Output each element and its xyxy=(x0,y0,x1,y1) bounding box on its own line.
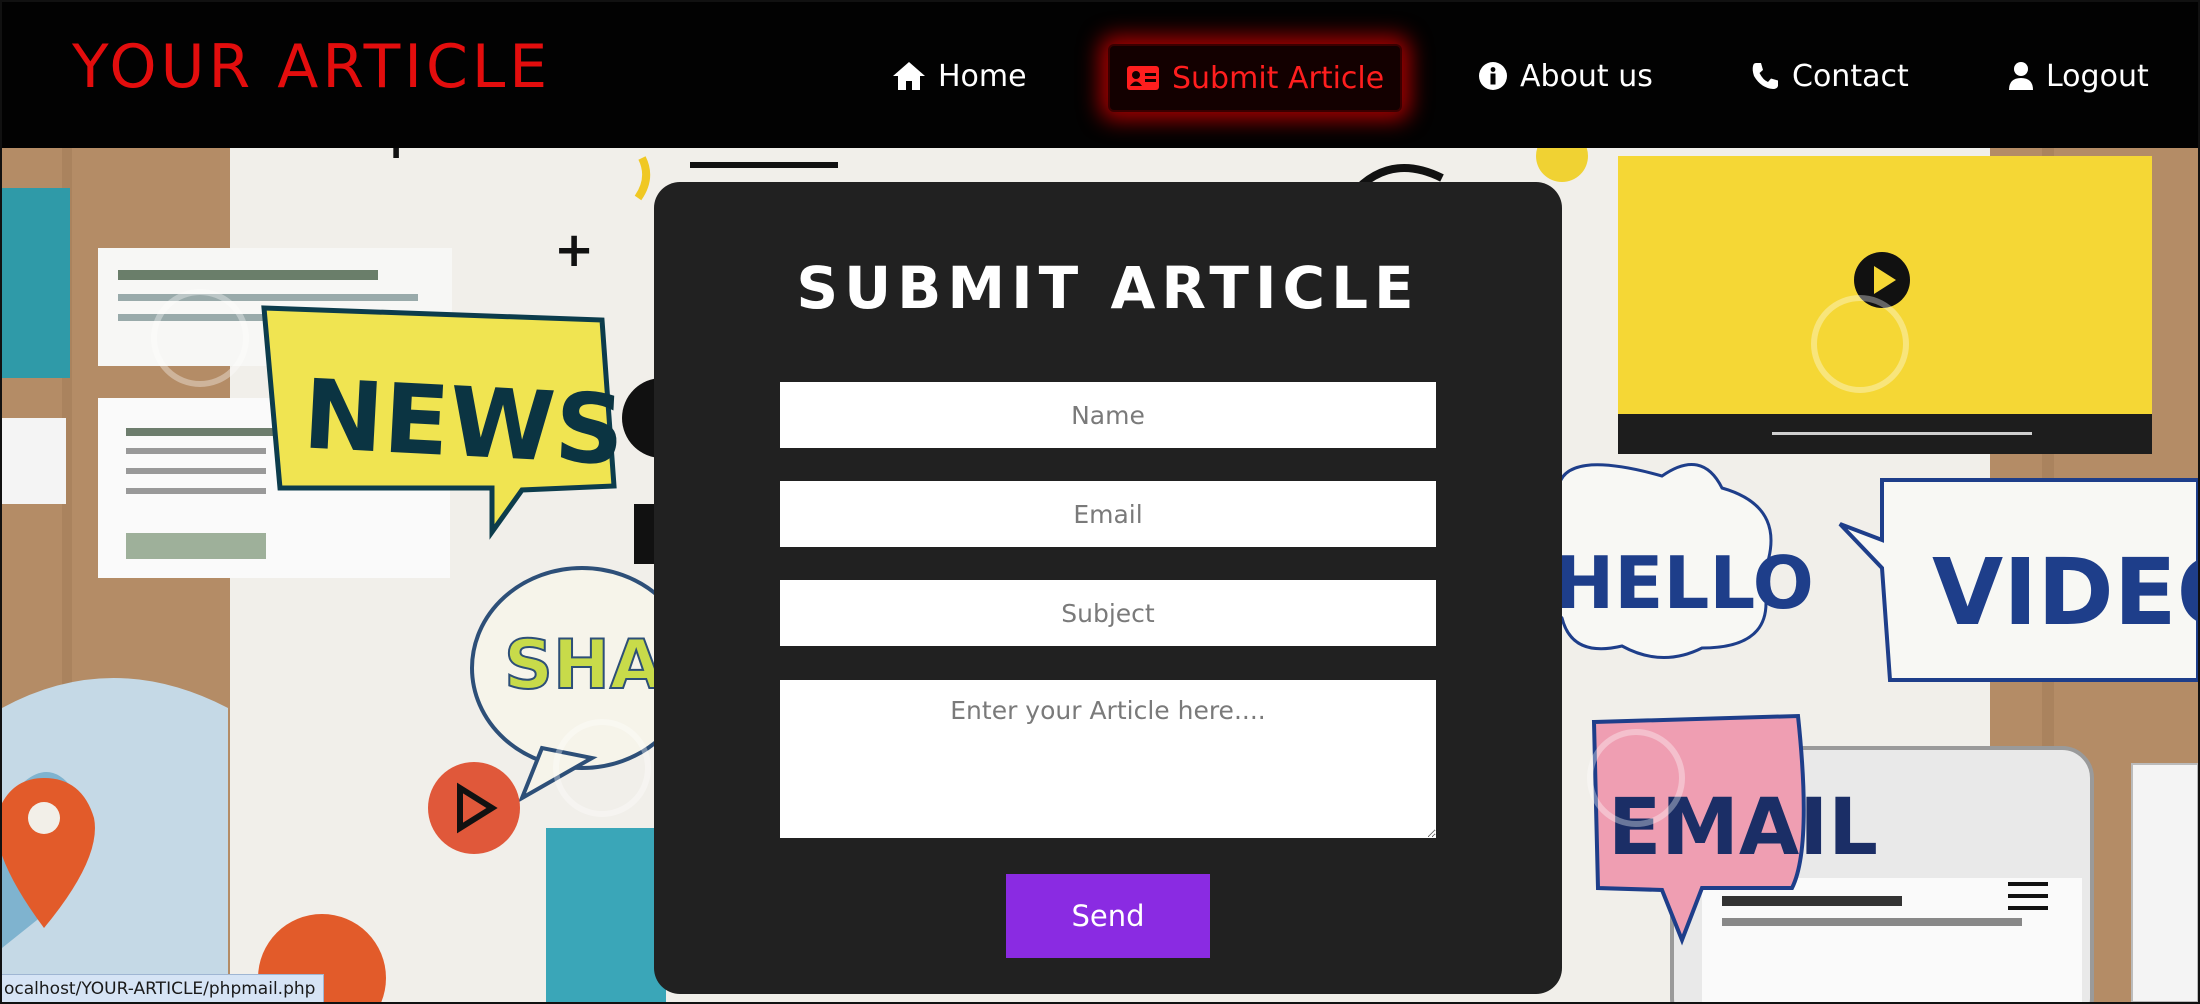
nav-logout[interactable]: Logout xyxy=(2008,44,2149,108)
email-input[interactable] xyxy=(780,481,1436,547)
phone-icon xyxy=(1750,61,1780,91)
nav-about-us-label: About us xyxy=(1520,58,1653,94)
subject-input[interactable] xyxy=(780,580,1436,646)
nav-submit-article-label: Submit Article xyxy=(1172,60,1385,96)
svg-text:VIDEO: VIDEO xyxy=(1932,539,2198,646)
send-button[interactable]: Send xyxy=(1006,874,1210,958)
nav-home[interactable]: Home xyxy=(892,44,1027,108)
navbar: YOUR ARTICLE Home Submit Article About u… xyxy=(2,2,2198,148)
svg-text:EMAIL: EMAIL xyxy=(1608,783,1878,873)
nav-home-label: Home xyxy=(938,58,1027,94)
submit-article-form: SUBMIT ARTICLE Send xyxy=(654,182,1562,994)
nav-contact[interactable]: Contact xyxy=(1750,44,1909,108)
nav-contact-label: Contact xyxy=(1792,58,1909,94)
browser-viewport: YOUR ARTICLE Home Submit Article About u… xyxy=(0,0,2200,1004)
info-circle-icon xyxy=(1478,61,1508,91)
svg-text:+: + xyxy=(376,148,416,170)
name-input[interactable] xyxy=(780,382,1436,448)
nav-about-us[interactable]: About us xyxy=(1478,44,1653,108)
status-bar-url: ocalhost/YOUR-ARTICLE/phpmail.php xyxy=(2,974,325,1002)
svg-text:+: + xyxy=(554,222,594,278)
form-title: SUBMIT ARTICLE xyxy=(796,254,1420,322)
svg-text:HELLO: HELLO xyxy=(1554,541,1814,625)
nav-logout-label: Logout xyxy=(2046,58,2149,94)
home-icon xyxy=(892,61,926,91)
user-icon xyxy=(2008,61,2034,91)
article-textarea[interactable] xyxy=(780,680,1436,838)
brand-logo[interactable]: YOUR ARTICLE xyxy=(72,32,551,102)
id-card-icon xyxy=(1126,65,1160,91)
svg-text:NEWS: NEWS xyxy=(301,358,627,487)
nav-submit-article[interactable]: Submit Article xyxy=(1108,44,1403,112)
